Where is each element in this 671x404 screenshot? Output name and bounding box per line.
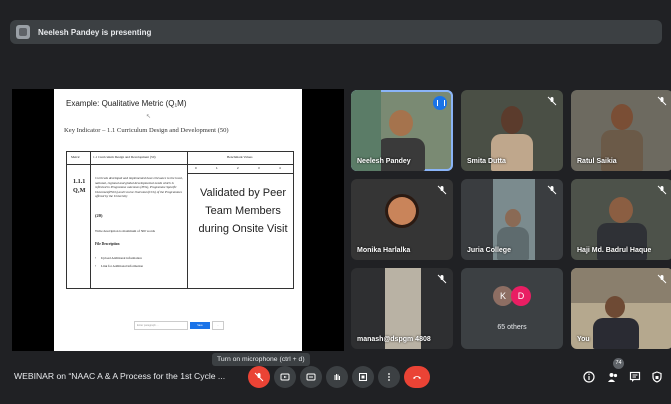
host-controls-button[interactable] [650, 370, 664, 384]
mic-off-icon [657, 185, 667, 195]
avatar: D [511, 286, 531, 306]
self-tile[interactable]: You [571, 268, 671, 349]
screen-icon [359, 373, 367, 381]
mic-off-icon [437, 274, 447, 284]
more-icon [388, 373, 390, 381]
write-description: Write description is maximum of 500 word… [95, 229, 155, 233]
mic-off-icon [547, 96, 557, 106]
bullet-upload: Upload Additional information [95, 256, 142, 260]
validated-text: Validated by Peer Team Members during On… [198, 187, 288, 235]
more-options-button[interactable] [378, 366, 400, 388]
participant-name: Smita Dutta [467, 158, 506, 165]
captions-button[interactable] [300, 366, 322, 388]
participant-tile[interactable]: Ratul Saikia [571, 90, 671, 171]
slide-key-indicator: Key Indicator – 1.1 Curriculum Design an… [64, 127, 229, 134]
table-divider [90, 152, 91, 288]
leave-call-button[interactable] [404, 366, 430, 388]
participant-name: Monika Harlalka [357, 247, 411, 254]
header-benchmark: Benchmark Values [227, 155, 253, 159]
presenter-label: Neelesh Pandey is presenting [38, 27, 152, 37]
participant-tile[interactable]: Neelesh Pandey [351, 90, 453, 171]
header-metric: Metric [71, 155, 81, 159]
level-4: 4 [279, 166, 281, 170]
presentation-icon [16, 25, 30, 39]
mic-off-icon [657, 274, 667, 284]
bullet-link: Link for Additional information [95, 264, 143, 268]
participant-name: Ratul Saikia [577, 158, 617, 165]
metric-table: Metric 1.1 Curriculum Design and Develop… [66, 151, 294, 289]
participant-tile[interactable]: Haji Md. Badrul Haque [571, 179, 671, 260]
participant-name: You [577, 336, 590, 343]
others-count: 65 others [497, 324, 527, 331]
people-button[interactable] [606, 370, 620, 384]
present-now-button[interactable] [352, 366, 374, 388]
participant-name: Juria College [467, 247, 511, 254]
level-0: 0 [195, 166, 197, 170]
slide-more-button: ... [212, 321, 224, 330]
speaking-indicator-icon [433, 96, 447, 110]
benchmark-levels: 0 1 2 3 4 [187, 164, 293, 174]
table-divider [187, 152, 188, 288]
present-button[interactable] [274, 366, 296, 388]
participant-tile[interactable]: Smita Dutta [461, 90, 563, 171]
captions-icon [306, 373, 316, 381]
row-weight: (20) [95, 213, 103, 218]
control-bar: WEBINAR on “NAAC A & A Process for the 1… [0, 352, 671, 404]
mic-off-icon [254, 372, 264, 382]
shared-screen: Example: Qualitative Metric (Q₁M) ↖ Key … [12, 89, 344, 351]
hangup-icon [413, 376, 421, 379]
participants-count-badge: 74 [613, 358, 624, 369]
meeting-details-button[interactable] [582, 370, 596, 384]
row-id: 1.1.1 [73, 178, 86, 185]
level-1: 1 [216, 166, 218, 170]
participant-tile[interactable]: Monika Harlalka [351, 179, 453, 260]
level-3: 3 [258, 166, 260, 170]
mic-off-icon [437, 185, 447, 195]
mic-off-icon [547, 185, 557, 195]
info-icon [583, 371, 595, 383]
participant-name: Neelesh Pandey [357, 158, 411, 165]
row-type: Q₁M [73, 187, 86, 194]
cursor-icon: ↖ [146, 114, 152, 120]
slide-title: Example: Qualitative Metric (Q₁M) [66, 99, 187, 108]
participant-name: Haji Md. Badrul Haque [577, 247, 652, 254]
slide-input: Enter paragraph ... [134, 321, 188, 330]
mic-off-icon [657, 96, 667, 106]
people-icon [608, 373, 618, 382]
presenter-banner: Neelesh Pandey is presenting [10, 20, 662, 44]
row-description: Curricula developed and implemented have… [95, 176, 183, 199]
mic-toggle-button[interactable] [248, 366, 270, 388]
level-2: 2 [237, 166, 239, 170]
meeting-title: WEBINAR on “NAAC A & A Process for the 1… [14, 371, 226, 381]
others-tile[interactable]: K D 65 others [461, 268, 563, 349]
file-description: File Description [95, 242, 120, 246]
chat-button[interactable] [628, 370, 642, 384]
slide-form: Enter paragraph ... Save ... [134, 321, 224, 330]
chat-icon [629, 371, 641, 382]
mic-tooltip: Turn on microphone (ctrl + d) [212, 353, 310, 366]
header-title: 1.1 Curriculum Design and Development (5… [93, 155, 156, 159]
raise-hand-button[interactable] [326, 366, 348, 388]
hand-icon [334, 374, 340, 380]
present-icon [280, 373, 290, 381]
slide-save-button: Save [190, 322, 210, 329]
avatar: K [493, 286, 513, 306]
lock-icon [652, 371, 662, 383]
participant-tile[interactable]: manash@dspgm 4808 [351, 268, 453, 349]
participant-name: manash@dspgm 4808 [357, 336, 431, 343]
participant-tile[interactable]: Juria College [461, 179, 563, 260]
presentation-slide: Example: Qualitative Metric (Q₁M) ↖ Key … [54, 89, 302, 351]
